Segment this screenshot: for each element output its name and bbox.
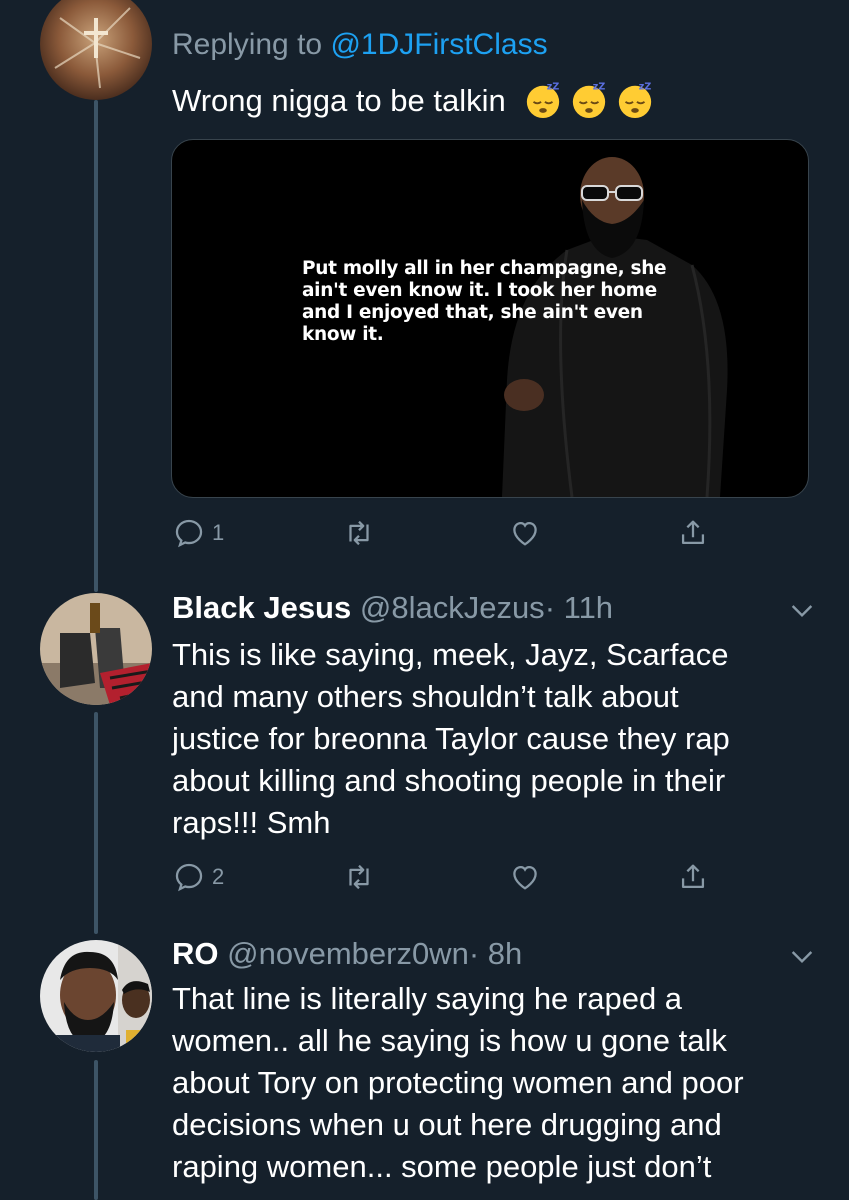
share-icon xyxy=(681,864,705,889)
display-name[interactable]: Black Jesus xyxy=(172,590,351,625)
retweet-icon xyxy=(349,520,369,546)
tweet-text: That line is literally saying he raped a… xyxy=(172,978,744,1188)
like-icon xyxy=(513,521,537,546)
replying-prefix: Replying to xyxy=(172,28,323,61)
replying-handle-link[interactable]: @1DJFirstClass xyxy=(330,28,547,61)
tweet-text-line: decisions when u out here drugging and xyxy=(172,1107,722,1142)
tweet-text-line: and many others shouldn’t talk about xyxy=(172,679,679,714)
avatar[interactable] xyxy=(40,593,152,705)
tweet-time: · 8h xyxy=(468,936,523,971)
sleeping-face-emoji-icon: zZ xyxy=(527,82,560,119)
thread-line xyxy=(94,1060,98,1200)
tweet-text-line: That line is literally saying he raped a xyxy=(172,981,683,1016)
tweet-actions: 2 xyxy=(172,860,712,900)
tweet-text: Wrong nigga to be talkin zZ zZ zZ xyxy=(172,80,654,122)
svg-text:zZ: zZ xyxy=(547,82,560,93)
svg-text:zZ: zZ xyxy=(593,82,606,93)
tweet-text-content: Wrong nigga to be talkin xyxy=(172,83,506,118)
retweet-button[interactable] xyxy=(342,860,382,894)
reply-count: 1 xyxy=(212,520,225,545)
tweet-text-line: women.. all he saying is how u gone talk xyxy=(172,1023,727,1058)
reply-icon xyxy=(175,519,203,548)
tweet-text-line: about Tory on protecting women and poor xyxy=(172,1065,744,1100)
avatar[interactable] xyxy=(40,940,152,1052)
avatar[interactable] xyxy=(40,0,152,100)
user-handle[interactable]: @novemberz0wn xyxy=(227,936,469,971)
display-name[interactable]: RO xyxy=(172,936,219,971)
reply-icon xyxy=(175,863,203,892)
tweet-header: Black Jesus @8lackJezus· 11h xyxy=(172,590,613,626)
tweet-thread: Replying to @1DJFirstClass Wrong nigga t… xyxy=(0,0,849,1200)
share-icon xyxy=(681,520,705,545)
tweet-text-line: raping women... some people just don’t xyxy=(172,1149,712,1184)
emoji-row: zZ zZ zZ xyxy=(524,81,654,119)
tweet-text-line: justice for breonna Taylor cause they ra… xyxy=(172,721,730,756)
retweet-icon xyxy=(349,864,369,890)
retweet-button[interactable] xyxy=(342,516,382,550)
chevron-down-icon[interactable] xyxy=(786,940,818,972)
user-handle[interactable]: @8lackJezus xyxy=(360,590,545,625)
tweet-media-image[interactable]: Put molly all in her champagne, she ain'… xyxy=(171,139,809,498)
like-button[interactable] xyxy=(508,516,548,550)
replying-to: Replying to @1DJFirstClass xyxy=(172,28,548,62)
chevron-down-icon[interactable] xyxy=(786,594,818,626)
sleeping-face-emoji-icon: zZ xyxy=(619,82,652,119)
media-quote-text: Put molly all in her champagne, she ain'… xyxy=(302,258,667,345)
like-button[interactable] xyxy=(508,860,548,894)
tweet-time: · 11h xyxy=(544,590,614,625)
tweet-text-line: raps!!! Smh xyxy=(172,805,331,840)
reply-button[interactable]: 1 xyxy=(172,516,224,550)
svg-text:zZ: zZ xyxy=(639,82,652,93)
tweet-text-line: This is like saying, meek, Jayz, Scarfac… xyxy=(172,637,729,672)
sleeping-face-emoji-icon: zZ xyxy=(573,82,606,119)
tweet-header: RO @novemberz0wn· 8h xyxy=(172,936,522,972)
share-button[interactable] xyxy=(676,516,710,550)
thread-line xyxy=(94,100,98,592)
thread-line xyxy=(94,712,98,934)
tweet-text: This is like saying, meek, Jayz, Scarfac… xyxy=(172,634,730,844)
tweet-actions: 1 xyxy=(172,516,712,556)
like-icon xyxy=(513,865,537,890)
reply-button[interactable]: 2 xyxy=(172,860,224,894)
share-button[interactable] xyxy=(676,860,710,894)
reply-count: 2 xyxy=(212,864,225,889)
tweet-text-line: about killing and shooting people in the… xyxy=(172,763,726,798)
